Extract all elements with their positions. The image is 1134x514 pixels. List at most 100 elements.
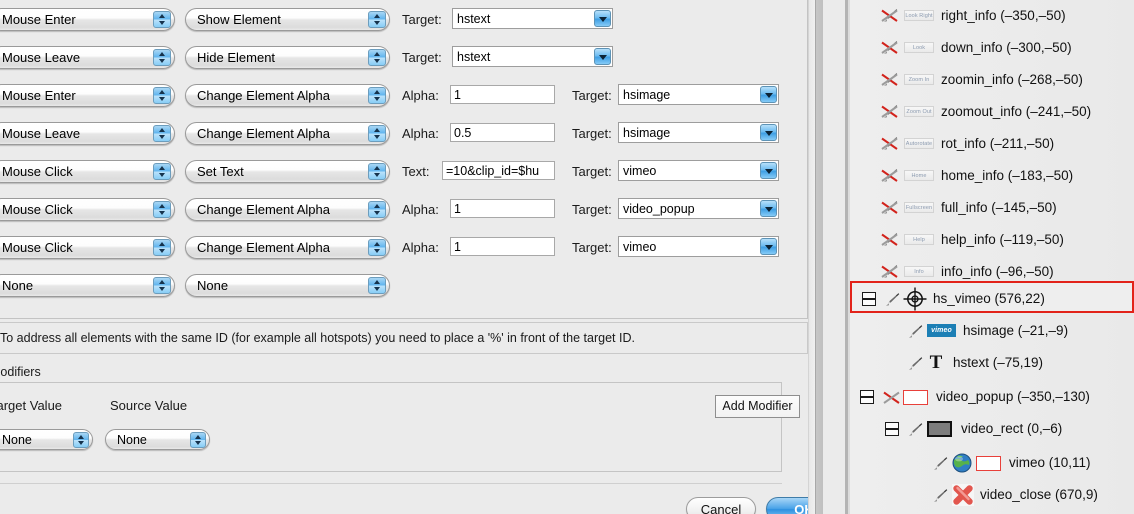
tree-row[interactable]: video_popup (–350,–130) [850,381,1134,413]
event-type-popup[interactable]: Mouse Click [0,198,175,221]
event-type-popup[interactable]: Mouse Leave [0,122,175,145]
tree-row[interactable]: vimeo hsimage (–21,–9) [850,315,1134,347]
disclosure-collapse-icon[interactable] [862,292,876,306]
alpha-input[interactable]: 1 [450,199,555,218]
stepper-arrows-icon[interactable] [368,11,386,28]
stepper-arrows-icon[interactable] [153,239,171,256]
stepper-arrows-icon[interactable] [153,49,171,66]
modifier-target-value-popup[interactable]: None [0,429,93,450]
chevron-down-icon[interactable] [760,86,777,103]
target-combobox[interactable]: vimeo [618,236,779,257]
stepper-arrows-icon[interactable] [368,163,386,180]
modifier-source-value-label: None [117,433,147,447]
action-type-popup[interactable]: None [185,274,390,297]
chevron-down-icon[interactable] [594,10,611,27]
tree-row[interactable]: Help help_info (–119,–50) [850,224,1134,256]
tree-row[interactable]: Fullscreen full_info (–145,–50) [850,192,1134,224]
action-row: Mouse Click Set Text Text: =10&clip_id=$hu T… [0,160,790,190]
tree-item-label: right_info (–350,–50) [941,8,1066,23]
tree-row[interactable]: video_rect (0,–6) [850,413,1134,445]
disclosure-collapse-icon[interactable] [885,422,899,436]
text-input[interactable]: =10&clip_id=$hu [442,161,555,180]
stepper-arrows-icon[interactable] [190,432,206,448]
tree-row-selected[interactable]: hs_vimeo (576,22) [850,281,1134,313]
pencil-icon[interactable] [907,323,924,340]
alpha-input[interactable]: 1 [450,85,555,104]
event-type-popup[interactable]: None [0,274,175,297]
modifier-source-value-popup[interactable]: None [105,429,210,450]
action-type-popup[interactable]: Change Element Alpha [185,236,390,259]
app-window: Mouse Enter Show Element Target: hstext Mous… [0,0,1134,514]
alpha-input[interactable]: 0.5 [450,123,555,142]
target-combobox[interactable]: hstext [452,8,613,29]
action-type-popup[interactable]: Change Element Alpha [185,122,390,145]
add-modifier-button[interactable]: Add Modifier [715,395,800,418]
chevron-down-icon[interactable] [594,48,611,65]
event-type-popup[interactable]: Mouse Enter [0,84,175,107]
stepper-arrows-icon[interactable] [368,87,386,104]
tree-row[interactable]: Look Right right_info (–350,–50) [850,0,1134,32]
actions-scroll-area[interactable]: Mouse Enter Show Element Target: hstext Mous… [0,0,808,319]
action-row: None None [0,274,790,304]
chevron-down-icon[interactable] [760,238,777,255]
tree-row[interactable]: Look Down down_info (–300,–50) [850,32,1134,64]
tree-row[interactable]: vimeo (10,11) [850,447,1134,479]
event-type-popup[interactable]: Mouse Click [0,160,175,183]
event-type-popup[interactable]: Mouse Enter [0,8,175,31]
target-label: Target: [572,202,612,217]
stepper-arrows-icon[interactable] [368,49,386,66]
target-combobox[interactable]: hsimage [618,122,779,143]
chevron-down-icon[interactable] [760,124,777,141]
element-thumbnail-badge: Help [904,234,934,245]
action-type-popup[interactable]: Change Element Alpha [185,84,390,107]
stepper-arrows-icon[interactable] [153,125,171,142]
chevron-down-icon[interactable] [760,200,777,217]
action-type-popup[interactable]: Show Element [185,8,390,31]
stepper-arrows-icon[interactable] [153,277,171,294]
target-combobox[interactable]: vimeo [618,160,779,181]
chevron-down-icon[interactable] [760,162,777,179]
event-type-popup[interactable]: Mouse Leave [0,46,175,69]
tree-row[interactable]: Zoom In zoomin_info (–268,–50) [850,64,1134,96]
target-combobox[interactable]: hstext [452,46,613,67]
text-label: Text: [402,164,430,179]
disclosure-collapse-icon[interactable] [860,390,874,404]
cancel-button[interactable]: Cancel [686,497,756,514]
alpha-input[interactable]: 1 [450,237,555,256]
stepper-arrows-icon[interactable] [368,201,386,218]
action-row: Mouse Leave Change Element Alpha Alpha: 0.5… [0,122,790,152]
stepper-arrows-icon[interactable] [368,125,386,142]
stepper-arrows-icon[interactable] [153,163,171,180]
tree-row[interactable]: Zoom Out zoomout_info (–241,–50) [850,96,1134,128]
disabled-cross-icon [880,71,899,88]
target-combobox[interactable]: video_popup [618,198,779,219]
action-type-label: None [197,278,229,293]
pencil-icon[interactable] [884,291,901,308]
stepper-arrows-icon[interactable] [368,239,386,256]
tree-item-label: info_info (–96,–50) [941,264,1054,279]
tree-row[interactable]: Thstext (–75,19) [850,347,1134,379]
action-type-popup[interactable]: Hide Element [185,46,390,69]
stepper-arrows-icon[interactable] [73,432,89,448]
action-type-popup[interactable]: Set Text [185,160,390,183]
pencil-icon[interactable] [907,355,924,372]
target-combobox[interactable]: hsimage [618,84,779,105]
pencil-icon[interactable] [932,455,949,472]
stepper-arrows-icon[interactable] [153,201,171,218]
element-tree-panel[interactable]: Look Right right_info (–350,–50) Look Down… [845,0,1134,514]
element-thumbnail-badge: Home [904,170,934,181]
stepper-arrows-icon[interactable] [368,277,386,294]
disabled-cross-icon [880,263,899,280]
action-type-popup[interactable]: Change Element Alpha [185,198,390,221]
tree-row[interactable]: Autorotate rot_info (–211,–50) [850,128,1134,160]
event-type-popup[interactable]: Mouse Click [0,236,175,259]
stepper-arrows-icon[interactable] [153,87,171,104]
tree-row[interactable]: Home home_info (–183,–50) [850,160,1134,192]
stepper-arrows-icon[interactable] [153,11,171,28]
tree-row[interactable]: video_close (670,9) [850,479,1134,511]
pencil-icon[interactable] [932,487,949,504]
target-value-label: vimeo [623,240,657,254]
target-value-label: hstext [457,12,491,26]
pencil-icon[interactable] [907,421,924,438]
popup-rect-icon [976,456,1001,471]
